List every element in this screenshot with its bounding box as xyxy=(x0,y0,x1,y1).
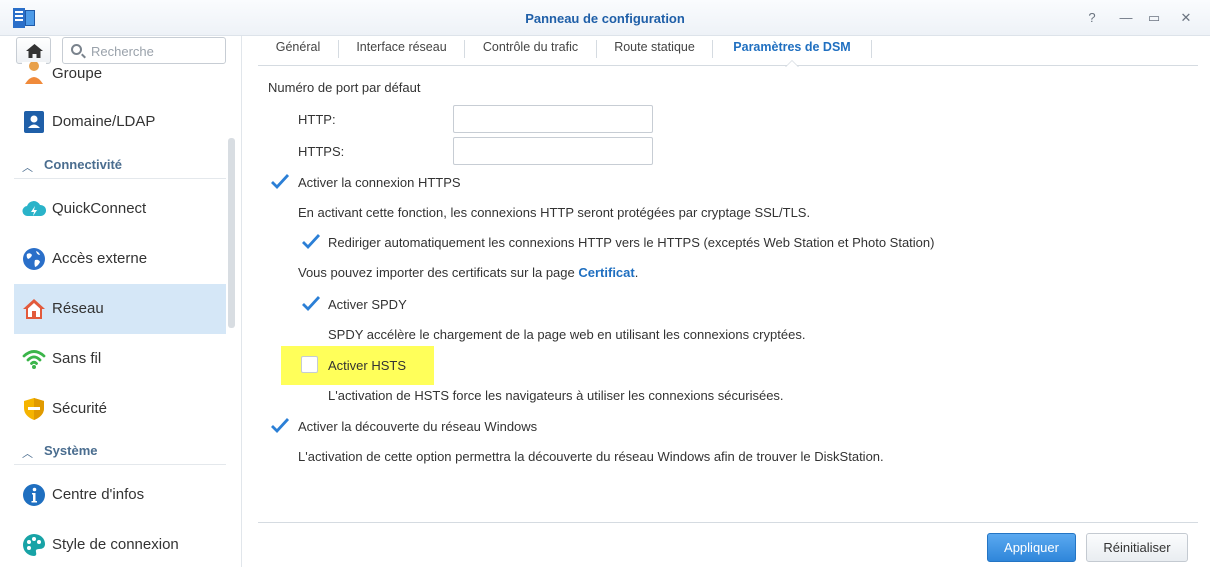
tab-interface-reseau[interactable]: Interface réseau xyxy=(339,36,464,66)
window-title: Panneau de configuration xyxy=(525,11,685,26)
http-label: HTTP: xyxy=(298,112,336,127)
palette-icon xyxy=(23,534,45,556)
port-heading: Numéro de port par défaut xyxy=(268,80,421,95)
sidebar-item-reseau[interactable]: Réseau xyxy=(14,284,226,334)
redirect-https-label: Rediriger automatiquement les connexions… xyxy=(328,235,935,250)
hsts-description: L'activation de HSTS force les navigateu… xyxy=(328,388,784,403)
sidebar-item-label: Groupe xyxy=(52,65,103,82)
sidebar-item-label: QuickConnect xyxy=(52,200,147,217)
title-bar: Panneau de configuration ? — ▭ ✕ xyxy=(0,0,1210,36)
maximize-icon[interactable]: ▭ xyxy=(1145,9,1163,27)
sidebar-item-label: Sans fil xyxy=(52,350,102,367)
tab-label: Paramètres de DSM xyxy=(733,40,851,54)
sidebar-item-domaine-ldap[interactable]: Domaine/LDAP xyxy=(14,97,226,147)
enable-https-label: Activer la connexion HTTPS xyxy=(298,175,461,190)
dsm-settings-panel: Numéro de port par défaut HTTP: HTTPS: A… xyxy=(258,66,1198,522)
domain-ldap-icon xyxy=(24,111,44,133)
certificate-note: Vous pouvez importer des certificats sur… xyxy=(298,265,638,280)
section-header-connectivite[interactable]: ︿ Connectivité xyxy=(14,151,226,179)
http-port-input[interactable] xyxy=(453,105,653,133)
close-icon[interactable]: ✕ xyxy=(1177,9,1195,27)
globe-icon xyxy=(23,248,45,270)
group-icon xyxy=(22,62,46,86)
checkmark-icon xyxy=(271,174,290,190)
quickconnect-icon xyxy=(22,201,46,217)
sidebar-item-label: Centre d'infos xyxy=(52,486,145,503)
https-label: HTTPS: xyxy=(298,144,345,159)
enable-hsts-label: Activer HSTS xyxy=(328,358,407,373)
enable-windows-discovery-label: Activer la découverte du réseau Windows xyxy=(298,419,538,434)
spdy-description: SPDY accélère le chargement de la page w… xyxy=(328,327,806,342)
checkmark-icon xyxy=(271,418,290,434)
sidebar-item-groupe[interactable]: Groupe xyxy=(14,50,226,90)
windows-discovery-description: L'activation de cette option permettra l… xyxy=(298,449,884,464)
sidebar-item-label: Sécurité xyxy=(52,400,108,417)
tab-controle-trafic[interactable]: Contrôle du trafic xyxy=(465,36,596,66)
sidebar-item-style-connexion[interactable]: Style de connexion xyxy=(14,520,226,567)
sidebar-item-quickconnect[interactable]: QuickConnect xyxy=(14,184,226,234)
sidebar-item-centre-infos[interactable]: Centre d'infos xyxy=(14,470,226,520)
apply-button[interactable]: Appliquer xyxy=(987,533,1076,562)
enable-hsts-checkbox[interactable] xyxy=(301,356,318,373)
sidebar-item-label: Domaine/LDAP xyxy=(52,113,156,130)
section-header-systeme[interactable]: ︿ Système xyxy=(14,437,226,465)
chevron-up-icon: ︿ xyxy=(22,448,33,460)
enable-https-checkbox[interactable] xyxy=(270,173,290,191)
enable-spdy-label: Activer SPDY xyxy=(328,297,407,312)
sidebar-item-securite[interactable]: Sécurité xyxy=(14,384,226,434)
sidebar-scrollbar[interactable] xyxy=(228,138,235,328)
network-house-icon xyxy=(23,299,45,319)
minimize-icon[interactable]: — xyxy=(1117,9,1135,27)
checkmark-icon xyxy=(302,234,321,250)
sidebar-item-acces-externe[interactable]: Accès externe xyxy=(14,234,226,284)
reset-button[interactable]: Réinitialiser xyxy=(1086,533,1188,562)
sidebar-item-label: Réseau xyxy=(52,300,104,317)
help-icon[interactable]: ? xyxy=(1083,9,1101,27)
certificate-note-text: Vous pouvez importer des certificats sur… xyxy=(298,265,579,280)
chevron-up-icon: ︿ xyxy=(22,162,33,174)
sidebar-item-label: Style de connexion xyxy=(52,536,179,553)
tab-parametres-dsm[interactable]: Paramètres de DSM xyxy=(713,36,871,67)
sidebar-item-label: Accès externe xyxy=(52,250,148,267)
enable-windows-discovery-checkbox[interactable] xyxy=(270,417,290,435)
https-description: En activant cette fonction, les connexio… xyxy=(298,205,811,220)
sidebar: Groupe Domaine/LDAP ︿ Connectivité Quick… xyxy=(0,36,242,567)
enable-spdy-checkbox[interactable] xyxy=(301,295,321,313)
tab-bar: Général Interface réseau Contrôle du tra… xyxy=(258,36,1198,67)
tab-route-statique[interactable]: Route statique xyxy=(597,36,712,66)
wifi-icon xyxy=(22,350,46,369)
certificate-note-suffix: . xyxy=(634,265,639,280)
sidebar-item-sans-fil[interactable]: Sans fil xyxy=(14,334,226,384)
certificate-link[interactable]: Certificat xyxy=(578,265,634,280)
shield-icon xyxy=(24,398,44,420)
section-title: Connectivité xyxy=(44,157,123,172)
footer-divider xyxy=(258,522,1198,523)
https-port-input[interactable] xyxy=(453,137,653,165)
section-title: Système xyxy=(44,443,98,458)
redirect-https-checkbox[interactable] xyxy=(301,233,321,251)
info-icon xyxy=(23,484,45,506)
checkmark-icon xyxy=(302,296,321,312)
tab-general[interactable]: Général xyxy=(258,36,338,66)
